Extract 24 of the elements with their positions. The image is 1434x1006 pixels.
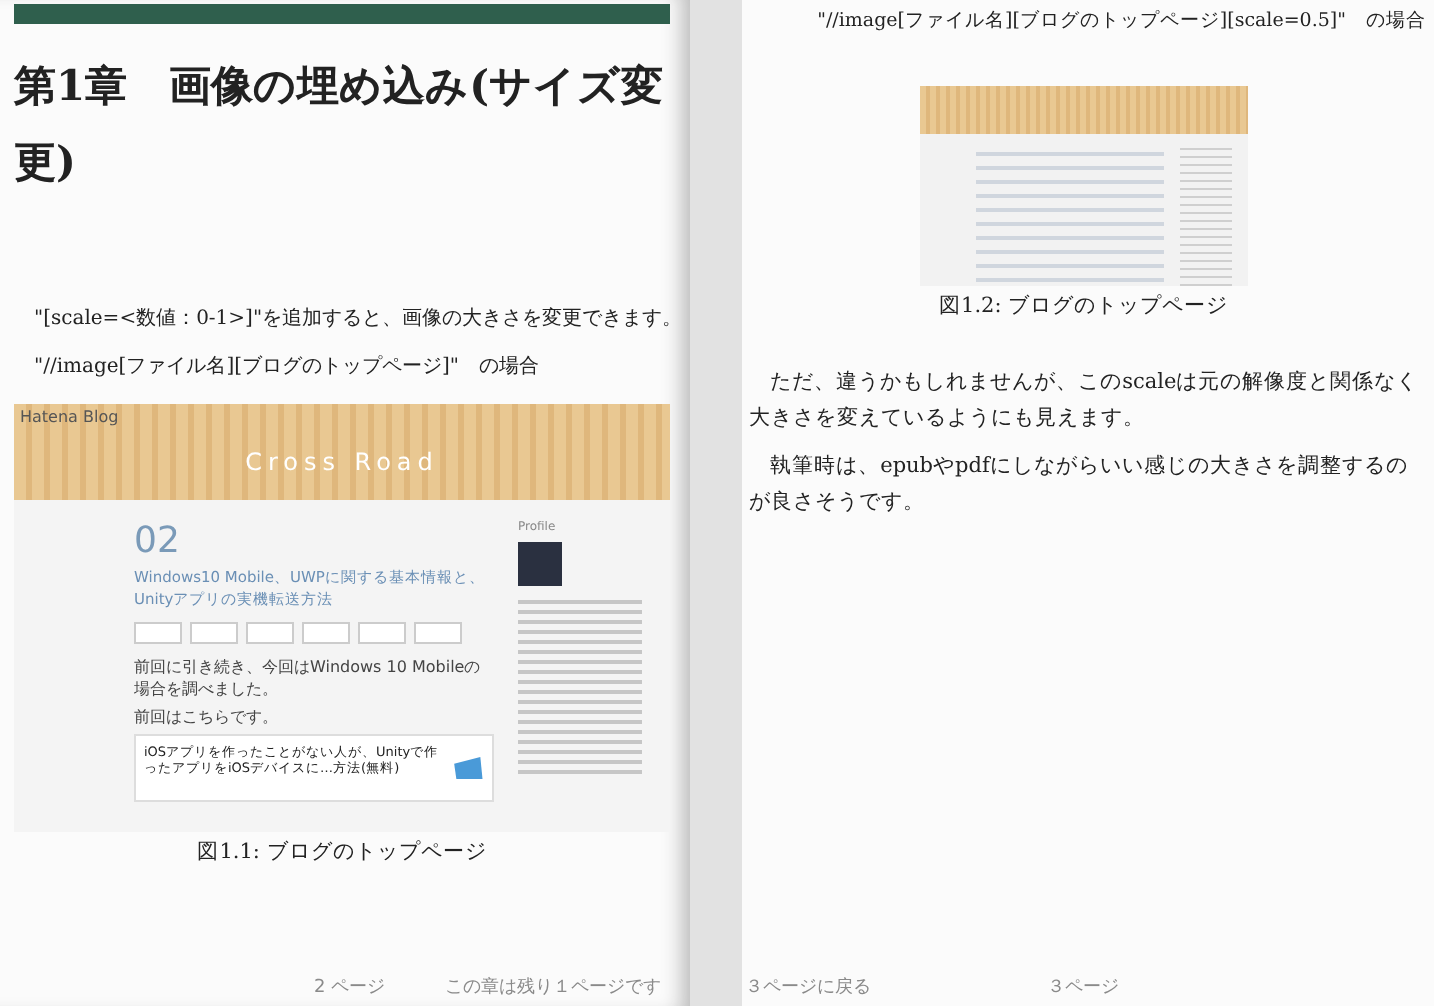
post-text: 前回はこちらです。 [134, 706, 280, 728]
figure-caption: 図1.2: ブログのトップページ [937, 292, 1231, 320]
chapter-remaining: この章は残り１ページです [445, 975, 662, 1000]
paragraph: "//image[ファイル名][ブログのトップページ][scale=0.5]" の場合 [817, 8, 1426, 34]
post-day: 02 [134, 520, 494, 562]
share-counter [414, 622, 462, 644]
blog-brand: Hatena Blog [20, 408, 119, 426]
figure-caption: 図1.1: ブログのトップページ [195, 838, 489, 866]
share-counter [134, 622, 182, 644]
paragraph: "[scale=<数値：0-1>]"を追加すると、画像の大きさを変更できます。 [34, 305, 670, 332]
page-number: 2 ページ [314, 976, 386, 1000]
paragraph: ただ、違うかもしれませんが、このscaleは元の解像度と関係なく大きさを変えているようにも見えます。 [747, 368, 1421, 434]
blog-title: Cross Road [245, 448, 439, 476]
avatar-placeholder [518, 542, 562, 586]
back-link[interactable]: ３ページに戻る [745, 974, 872, 1000]
share-counter [190, 622, 238, 644]
post-text: 前回に引き続き、今回はWindows 10 Mobileの場合を調べました。 [134, 656, 483, 700]
page-number: ３ページ [1047, 976, 1120, 1000]
chapter-heading: 第1章 画像の埋め込み(サイズ変更) [14, 58, 666, 190]
share-counter [246, 622, 294, 644]
share-counter [302, 622, 350, 644]
paragraph: 執筆時は、epubやpdfにしながらいい感じの大きさを調整するのが良さそうです。 [747, 452, 1410, 518]
share-counter [358, 622, 406, 644]
paragraph: "//image[ファイル名][ブログのトップページ]" の場合 [34, 353, 542, 380]
